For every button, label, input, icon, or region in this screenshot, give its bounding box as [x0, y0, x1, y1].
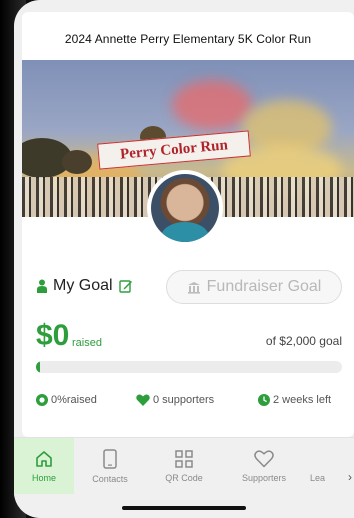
- home-indicator: [122, 506, 246, 510]
- my-goal-label: My Goal: [53, 277, 113, 294]
- raised-label: raised: [72, 337, 102, 349]
- stats-row: 0%raised 0 supporters 2 weeks left: [36, 394, 342, 412]
- building-icon: [187, 281, 200, 294]
- nav-label-contacts: Contacts: [92, 473, 128, 484]
- heart-icon: [136, 394, 150, 406]
- qr-code-icon: [175, 449, 193, 468]
- fundraiser-goal-label: Fundraiser Goal: [206, 278, 322, 295]
- heart-outline-icon: [254, 449, 274, 467]
- percent-raised-stat: 0%raised: [36, 394, 97, 406]
- nav-label-supporters: Supporters: [241, 472, 287, 483]
- app-screen: 2024 Annette Perry Elementary 5K Color R…: [14, 0, 354, 518]
- home-icon: [36, 450, 52, 467]
- progress-fill: [36, 361, 40, 373]
- bottom-nav: Home Contacts QR Code Supporters Lea ›: [14, 437, 354, 497]
- progress-bar: [36, 361, 342, 373]
- edit-icon[interactable]: [118, 279, 133, 293]
- fundraiser-card: 2024 Annette Perry Elementary 5K Color R…: [22, 12, 354, 437]
- goal-amount: of $2,000 goal: [265, 334, 342, 348]
- nav-item-leaderboard[interactable]: Lea: [310, 438, 344, 494]
- percent-icon: [36, 394, 48, 406]
- nav-item-qr-code[interactable]: QR Code: [154, 438, 214, 494]
- nav-label-home: Home: [31, 472, 56, 483]
- my-goal-button[interactable]: My Goal: [36, 277, 133, 295]
- supporters-text: 0 supporters: [153, 394, 215, 406]
- time-left-stat: 2 weeks left: [258, 394, 331, 406]
- time-left-text: 2 weeks left: [273, 394, 332, 406]
- percent-raised-text: 0%raised: [51, 394, 97, 406]
- raised-amount: $0: [36, 319, 70, 352]
- avatar[interactable]: [147, 170, 223, 246]
- supporters-stat: 0 supporters: [136, 394, 214, 406]
- fundraiser-goal-button[interactable]: Fundraiser Goal: [166, 270, 342, 304]
- nav-label-qr-code: QR Code: [165, 472, 203, 483]
- nav-item-home[interactable]: Home: [14, 438, 74, 494]
- raised-row: $0 raised of $2,000 goal: [36, 319, 342, 353]
- nav-item-supporters[interactable]: Supporters: [234, 438, 294, 494]
- clock-icon: [258, 394, 270, 406]
- nav-item-contacts[interactable]: Contacts: [80, 438, 140, 494]
- goal-row: My Goal Fundraiser Goal: [22, 270, 354, 304]
- person-icon: [37, 279, 47, 293]
- phone-icon: [103, 448, 117, 469]
- banner-sign-text: Perry Color Run: [119, 136, 229, 163]
- nav-label-leaderboard: Lea: [310, 472, 326, 483]
- profile-photo: [151, 174, 219, 242]
- event-title: 2024 Annette Perry Elementary 5K Color R…: [64, 32, 312, 46]
- nav-scroll-right-icon[interactable]: ›: [348, 470, 352, 484]
